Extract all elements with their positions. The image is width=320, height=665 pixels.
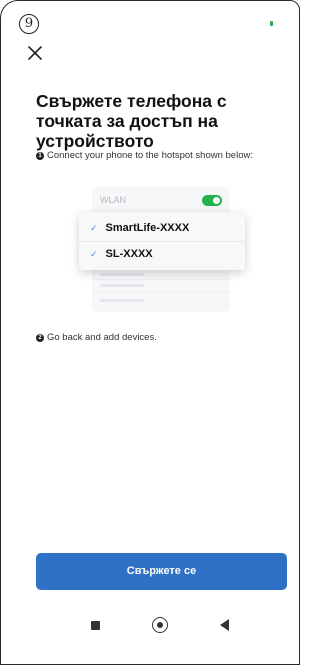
status-indicator-icon (270, 21, 273, 26)
instruction-step-1: 1 Connect your phone to the hotspot show… (36, 150, 253, 161)
step-marker-2: 2 (36, 333, 44, 342)
step-marker-1: 1 (36, 151, 44, 160)
network-item: ✓ SmartLife-XXXX (90, 222, 189, 234)
network-item: ✓ SL-XXXX (90, 248, 153, 260)
check-icon: ✓ (90, 248, 98, 259)
app-screen: 9 Свържете телефона с точката за достъп … (0, 0, 300, 665)
wlan-label: WLAN (100, 195, 127, 205)
instruction-step-2: 2 Go back and add devices. (36, 332, 157, 343)
recents-square-icon[interactable] (91, 621, 100, 630)
network-name: SmartLife-XXXX (105, 222, 190, 234)
home-circle-icon[interactable] (152, 617, 168, 633)
page-title: Свържете телефона с точката за достъп на… (36, 91, 227, 151)
instruction-text-1: Connect your phone to the hotspot shown … (47, 150, 253, 161)
step-number-badge: 9 (19, 14, 39, 34)
hotspot-list-card: ✓ SmartLife-XXXX ✓ SL-XXXX (79, 212, 245, 270)
placeholder-line (100, 273, 144, 276)
connect-button[interactable]: Свържете се (36, 553, 287, 590)
instruction-text-2: Go back and add devices. (47, 332, 157, 343)
placeholder-line (100, 284, 144, 287)
list-divider (92, 279, 230, 280)
network-name: SL-XXXX (105, 248, 153, 260)
back-triangle-icon[interactable] (220, 619, 229, 631)
check-icon: ✓ (90, 222, 98, 233)
placeholder-line (100, 299, 144, 302)
wlan-toggle-icon (202, 195, 222, 206)
list-divider (92, 291, 230, 292)
close-icon (28, 46, 42, 60)
close-button[interactable] (25, 43, 45, 63)
list-divider (79, 241, 245, 242)
